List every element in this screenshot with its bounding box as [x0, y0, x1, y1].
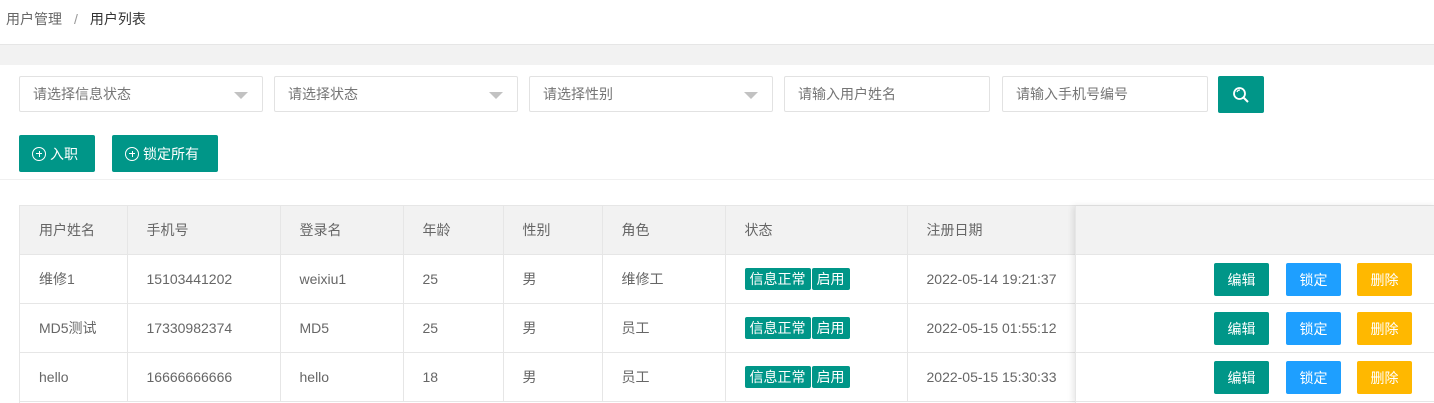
column-header: 年龄 [403, 206, 504, 255]
info-status-badge: 信息正常 [744, 366, 811, 388]
status-badge: 启用 [811, 317, 850, 339]
table-row: hello 16666666666 hello 18 男 员工 信息正常 启用 2… [20, 352, 1076, 402]
table-row: 维修1 15103441202 weixiu1 25 男 维修工 信息正常 启用 … [20, 254, 1076, 304]
cell-role: 维修工 [602, 254, 726, 304]
chevron-down-icon [744, 92, 758, 99]
cell-name: MD5测试 [20, 303, 128, 353]
status-select[interactable]: 请选择状态 [274, 76, 518, 112]
cell-role: 员工 [602, 352, 726, 402]
info-status-badge: 信息正常 [744, 317, 811, 339]
cell-gender: 男 [503, 303, 603, 353]
cell-name: hello [20, 352, 128, 402]
breadcrumb: 用户管理 / 用户列表 [6, 10, 146, 28]
lock-button[interactable]: 锁定 [1286, 312, 1341, 345]
lock-all-button[interactable]: 锁定所有 [112, 135, 218, 172]
actions-row: 编辑 锁定 删除 [1076, 353, 1434, 402]
status-badge: 启用 [811, 268, 850, 290]
cell-name: 维修1 [20, 254, 128, 304]
column-header: 注册日期 [907, 206, 1076, 255]
actions-column: 编辑 锁定 删除 编辑 锁定 删除 编辑 锁定 删除 [1075, 206, 1434, 403]
delete-button[interactable]: 删除 [1357, 312, 1412, 345]
info-status-placeholder: 请选择信息状态 [33, 86, 131, 102]
onboard-button[interactable]: 入职 [19, 135, 95, 172]
phone-input[interactable]: 请输入手机号编号 [1002, 76, 1208, 112]
actions-row: 编辑 锁定 删除 [1076, 255, 1434, 304]
column-header: 性别 [503, 206, 603, 255]
cell-age: 25 [403, 303, 504, 353]
breadcrumb-parent[interactable]: 用户管理 [6, 9, 62, 29]
cell-date: 2022-05-15 15:30:33 [907, 352, 1076, 402]
plus-circle-icon [125, 146, 139, 161]
cell-login: MD5 [280, 303, 404, 353]
gender-select[interactable]: 请选择性别 [529, 76, 773, 112]
edit-button[interactable]: 编辑 [1214, 312, 1269, 345]
plus-circle-icon [32, 146, 46, 161]
status-badge: 启用 [811, 366, 850, 388]
divider [0, 179, 1434, 180]
cell-age: 18 [403, 352, 504, 402]
cell-status: 信息正常 启用 [725, 254, 908, 304]
cell-date: 2022-05-14 19:21:37 [907, 254, 1076, 304]
column-header: 用户姓名 [20, 206, 128, 255]
gender-placeholder: 请选择性别 [543, 86, 613, 102]
breadcrumb-current: 用户列表 [89, 11, 146, 27]
lock-all-label: 锁定所有 [143, 145, 199, 162]
chevron-down-icon [489, 92, 503, 99]
cell-phone: 16666666666 [127, 352, 281, 402]
lock-button[interactable]: 锁定 [1286, 263, 1341, 296]
column-header: 角色 [602, 206, 726, 255]
header-band [0, 44, 1434, 65]
column-header: 状态 [725, 206, 908, 255]
actions-row: 编辑 锁定 删除 [1076, 304, 1434, 353]
delete-button[interactable]: 删除 [1357, 361, 1412, 394]
actions-header [1076, 206, 1434, 255]
cell-role: 员工 [602, 303, 726, 353]
info-status-badge: 信息正常 [744, 268, 811, 290]
search-icon [1233, 86, 1249, 103]
info-status-select[interactable]: 请选择信息状态 [19, 76, 263, 112]
cell-gender: 男 [503, 254, 603, 304]
user-table: 用户姓名 手机号 登录名 年龄 性别 角色 状态 注册日期 维修1 151034… [19, 205, 1434, 403]
status-placeholder: 请选择状态 [288, 86, 358, 102]
cell-age: 25 [403, 254, 504, 304]
cell-login: weixiu1 [280, 254, 404, 304]
search-button[interactable] [1218, 76, 1264, 113]
cell-status: 信息正常 启用 [725, 352, 908, 402]
column-header: 手机号 [127, 206, 281, 255]
column-header: 登录名 [280, 206, 404, 255]
phone-placeholder: 请输入手机号编号 [1016, 86, 1128, 102]
cell-phone: 15103441202 [127, 254, 281, 304]
table-row: MD5测试 17330982374 MD5 25 男 员工 信息正常 启用 202… [20, 303, 1076, 353]
cell-phone: 17330982374 [127, 303, 281, 353]
username-input[interactable]: 请输入用户姓名 [784, 76, 990, 112]
cell-gender: 男 [503, 352, 603, 402]
table-header-row: 用户姓名 手机号 登录名 年龄 性别 角色 状态 注册日期 [20, 206, 1076, 255]
delete-button[interactable]: 删除 [1357, 263, 1412, 296]
cell-status: 信息正常 启用 [725, 303, 908, 353]
cell-login: hello [280, 352, 404, 402]
breadcrumb-separator: / [74, 11, 78, 27]
onboard-label: 入职 [50, 145, 78, 162]
cell-date: 2022-05-15 01:55:12 [907, 303, 1076, 353]
edit-button[interactable]: 编辑 [1214, 361, 1269, 394]
username-placeholder: 请输入用户姓名 [798, 86, 896, 102]
lock-button[interactable]: 锁定 [1286, 361, 1341, 394]
edit-button[interactable]: 编辑 [1214, 263, 1269, 296]
chevron-down-icon [234, 92, 248, 99]
